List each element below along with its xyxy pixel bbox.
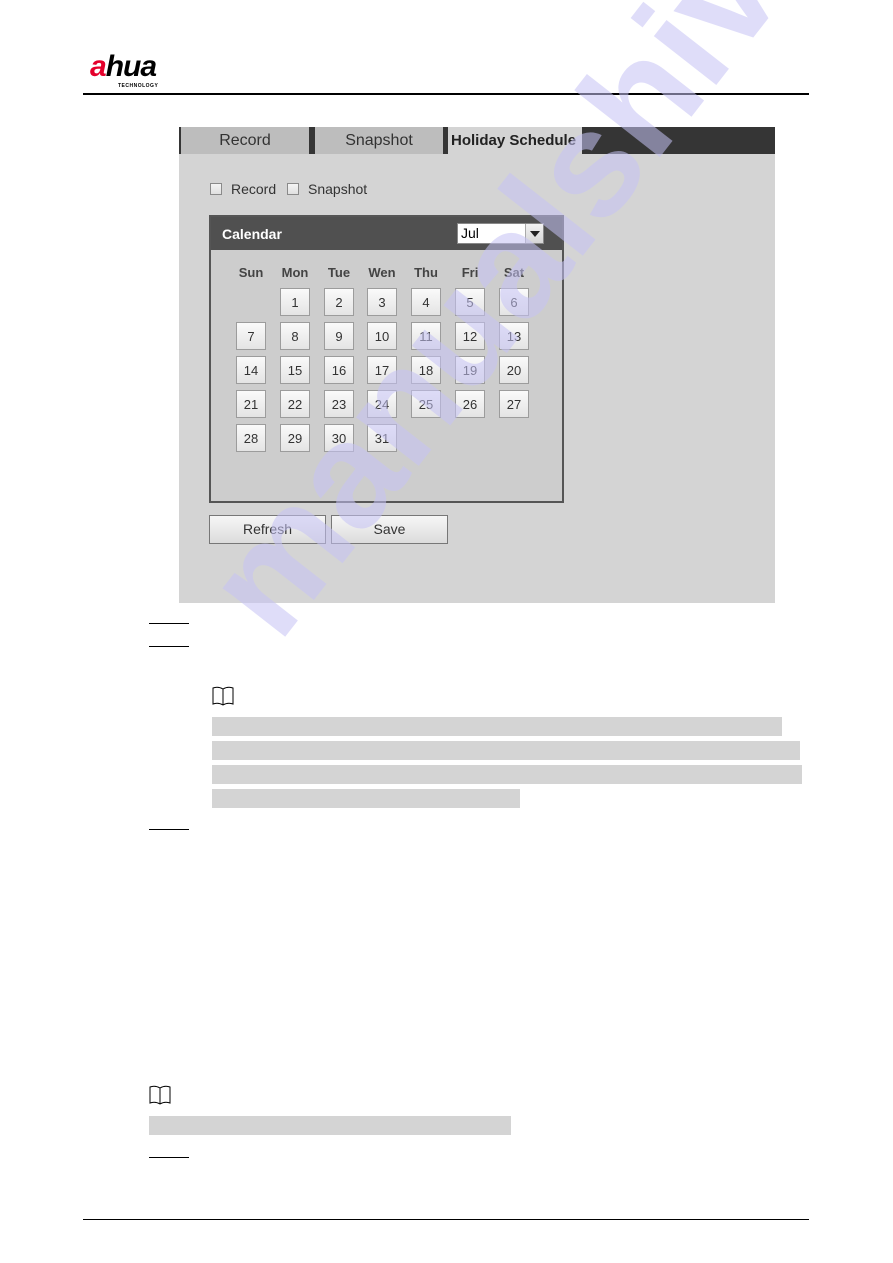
step-marker [149, 646, 189, 647]
chevron-down-icon[interactable] [525, 224, 543, 243]
weekday-label: Thu [414, 265, 438, 280]
calendar-day-button[interactable]: 1 [280, 288, 310, 316]
calendar-day-button[interactable]: 5 [455, 288, 485, 316]
calendar-day-button[interactable]: 27 [499, 390, 529, 418]
snapshot-checkbox-label: Snapshot [308, 181, 368, 197]
calendar-day-button[interactable]: 14 [236, 356, 266, 384]
calendar-day-button[interactable]: 9 [324, 322, 354, 350]
weekday-label: Sat [503, 265, 525, 280]
weekday-label: Sun [238, 265, 264, 280]
calendar-day-button[interactable]: 22 [280, 390, 310, 418]
redacted-note-line [212, 765, 802, 784]
redacted-note-line [212, 741, 800, 760]
calendar-day-button[interactable]: 12 [455, 322, 485, 350]
calendar-day-button[interactable]: 25 [411, 390, 441, 418]
step-marker [149, 829, 189, 830]
footer-divider [83, 1219, 809, 1220]
calendar-day-button[interactable]: 26 [455, 390, 485, 418]
weekday-label: Mon [281, 265, 309, 280]
weekday-label: Tue [327, 265, 351, 280]
calendar-day-button[interactable]: 3 [367, 288, 397, 316]
calendar-day-button[interactable]: 8 [280, 322, 310, 350]
calendar-day-button[interactable]: 24 [367, 390, 397, 418]
record-checkbox[interactable] [210, 183, 222, 195]
record-checkbox-label: Record [231, 181, 277, 197]
tab-holiday-schedule[interactable]: Holiday Schedule [448, 127, 582, 154]
calendar-day-button[interactable]: 20 [499, 356, 529, 384]
calendar-day-button[interactable]: 6 [499, 288, 529, 316]
calendar-day-button[interactable]: 2 [324, 288, 354, 316]
step-marker [149, 623, 189, 624]
calendar-title: Calendar [222, 226, 282, 242]
brand-logo-a: a [90, 50, 107, 83]
calendar-day-button[interactable]: 17 [367, 356, 397, 384]
refresh-button[interactable]: Refresh [209, 515, 326, 544]
save-button[interactable]: Save [331, 515, 448, 544]
redacted-note-line [149, 1116, 511, 1135]
redacted-note-line [212, 789, 520, 808]
step-marker [149, 1157, 189, 1158]
brand-logo-hua: hua [105, 50, 157, 83]
tab-record[interactable]: Record [181, 127, 309, 154]
calendar-day-button[interactable]: 10 [367, 322, 397, 350]
calendar-day-button[interactable]: 7 [236, 322, 266, 350]
calendar-day-button[interactable]: 13 [499, 322, 529, 350]
calendar-day-button[interactable]: 31 [367, 424, 397, 452]
tab-snapshot[interactable]: Snapshot [315, 127, 443, 154]
calendar-day-button[interactable]: 18 [411, 356, 441, 384]
brand-tagline: TECHNOLOGY [118, 83, 159, 89]
calendar-day-button[interactable]: 11 [411, 322, 441, 350]
weekday-label: Fri [461, 265, 479, 280]
calendar-day-button[interactable]: 15 [280, 356, 310, 384]
calendar-day-button[interactable]: 28 [236, 424, 266, 452]
calendar-day-button[interactable]: 19 [455, 356, 485, 384]
calendar-day-button[interactable]: 21 [236, 390, 266, 418]
redacted-note-line [212, 717, 782, 736]
month-select-value: Jul [461, 225, 479, 241]
weekday-label: Wen [368, 265, 396, 280]
snapshot-checkbox[interactable] [287, 183, 299, 195]
calendar-day-button[interactable]: 4 [411, 288, 441, 316]
note-book-icon [149, 1085, 171, 1105]
brand-logo: ahua [90, 50, 157, 83]
calendar-day-button[interactable]: 29 [280, 424, 310, 452]
calendar-day-button[interactable]: 30 [324, 424, 354, 452]
calendar-day-button[interactable]: 16 [324, 356, 354, 384]
header-divider [83, 93, 809, 95]
calendar-day-button[interactable]: 23 [324, 390, 354, 418]
note-book-icon [212, 686, 234, 706]
